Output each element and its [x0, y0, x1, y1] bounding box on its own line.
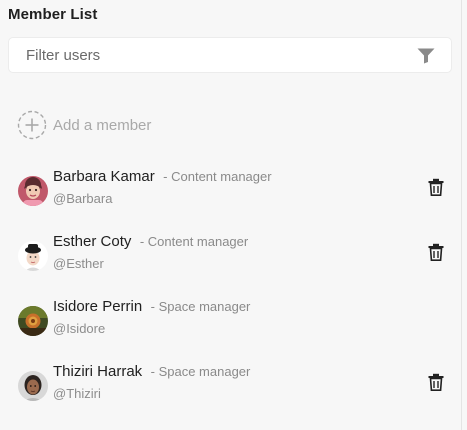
member-name: Thiziri Harrak [53, 363, 143, 380]
member-row: Esther Coty - Content manager @Esther [0, 233, 461, 287]
filter-users-input[interactable] [26, 38, 406, 72]
add-member-icon [17, 110, 47, 140]
member-role: - Content manager [139, 234, 249, 249]
member-row: Barbara Kamar - Content manager @Barbara [0, 168, 461, 222]
member-name-line: Barbara Kamar - Content manager [53, 168, 272, 186]
member-row: Thiziri Harrak - Space manager @Thiziri [0, 363, 461, 417]
member-role: - Space manager [150, 364, 251, 379]
member-name: Isidore Perrin [53, 298, 143, 315]
member-name-line: Isidore Perrin - Space manager [53, 298, 250, 316]
add-member-button[interactable]: Add a member [17, 109, 151, 141]
avatar [18, 176, 48, 206]
member-role: - Space manager [150, 299, 251, 314]
avatar [18, 371, 48, 401]
member-name-line: Esther Coty - Content manager [53, 233, 248, 251]
add-member-label: Add a member [53, 116, 152, 134]
member-role: - Content manager [163, 169, 272, 184]
member-handle: @Isidore [53, 321, 106, 336]
member-handle: @Thiziri [53, 386, 101, 401]
panel-divider [461, 0, 462, 430]
delete-member-trash-icon[interactable] [428, 243, 444, 261]
avatar [18, 306, 48, 336]
member-name-line: Thiziri Harrak - Space manager [53, 363, 250, 381]
member-handle: @Barbara [53, 191, 113, 206]
avatar [18, 241, 48, 271]
member-name: Esther Coty [53, 233, 132, 250]
member-row: Isidore Perrin - Space manager @Isidore [0, 298, 461, 352]
panel-title: Member List [8, 6, 98, 23]
filter-icon[interactable] [417, 48, 435, 64]
member-list-panel: Member List Add a member [0, 0, 461, 430]
delete-member-trash-icon[interactable] [428, 373, 444, 391]
delete-member-trash-icon[interactable] [428, 178, 444, 196]
member-handle: @Esther [53, 256, 104, 271]
member-name: Barbara Kamar [53, 168, 155, 185]
filter-users-field[interactable] [8, 37, 452, 73]
